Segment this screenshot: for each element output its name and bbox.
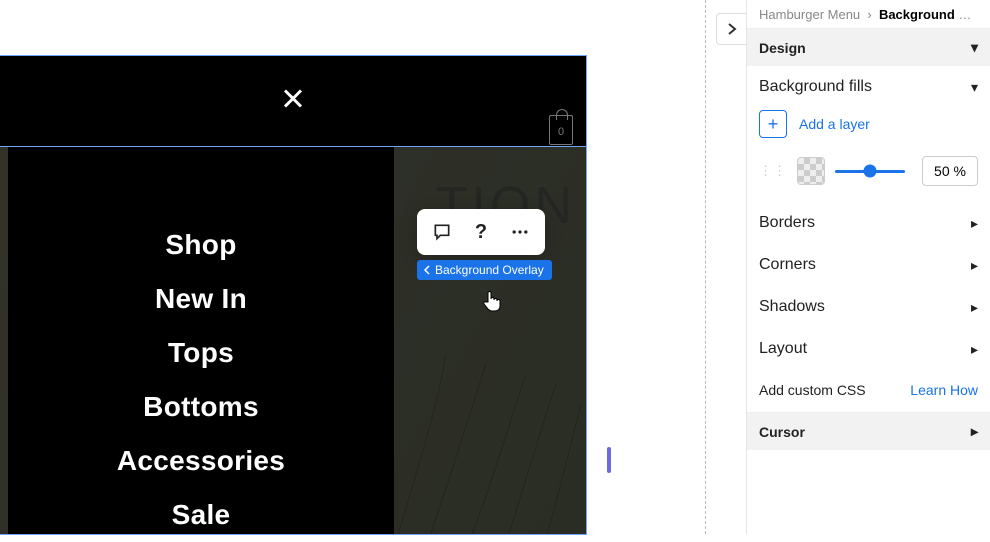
custom-css-label: Add custom CSS (759, 382, 866, 398)
site-header-selected[interactable] (0, 56, 586, 146)
close-icon[interactable] (281, 87, 305, 116)
fill-layer-row: ⋮⋮ (747, 146, 990, 202)
chevron-right-icon: ▸ (971, 423, 978, 440)
menu-item-tops[interactable]: Tops (8, 326, 394, 380)
device-frame-topbar (0, 0, 586, 56)
breadcrumb-parent[interactable]: Hamburger Menu (759, 7, 860, 22)
shadows-row[interactable]: Shadows ▸ (747, 286, 990, 328)
design-section-header[interactable]: Design ▾ (747, 29, 990, 66)
cursor-section-header[interactable]: Cursor ▸ (747, 412, 990, 450)
selection-label-text: Background Overlay (435, 263, 544, 277)
menu-item-shop[interactable]: Shop (8, 218, 394, 272)
background-fills-title: Background fills (759, 78, 872, 96)
borders-label: Borders (759, 214, 815, 232)
chevron-right-icon (726, 23, 738, 35)
custom-css-row: Add custom CSS Learn How (747, 370, 990, 410)
design-section-title: Design (759, 40, 806, 56)
breadcrumb-current: Background Ove… (879, 7, 990, 22)
comment-icon[interactable] (428, 218, 456, 246)
cart-count: 0 (550, 126, 572, 138)
menu-item-bottoms[interactable]: Bottoms (8, 380, 394, 434)
caret-down-icon: ▾ (971, 39, 978, 56)
chevron-right-icon: ▸ (971, 215, 978, 232)
background-fills-header[interactable]: Background fills ▾ (747, 66, 990, 100)
help-icon[interactable]: ? (467, 218, 495, 246)
selection-label-pill[interactable]: Background Overlay (417, 260, 552, 280)
chevron-right-icon: ▸ (971, 257, 978, 274)
learn-how-link[interactable]: Learn How (910, 382, 978, 398)
caret-down-icon: ▾ (971, 79, 978, 96)
menu-item-accessories[interactable]: Accessories (8, 434, 394, 488)
breadcrumb[interactable]: Hamburger Menu › Background Ove… (747, 0, 990, 29)
shadows-label: Shadows (759, 298, 825, 316)
layout-row[interactable]: Layout ▸ (747, 328, 990, 370)
canvas-ruler-edge (705, 0, 706, 534)
plus-icon[interactable]: + (759, 110, 787, 138)
more-icon[interactable] (506, 218, 534, 246)
corners-label: Corners (759, 256, 816, 274)
chevron-right-icon: ▸ (971, 341, 978, 358)
inspector-panel: Hamburger Menu › Background Ove… Design … (746, 0, 990, 534)
opacity-slider[interactable] (835, 170, 912, 173)
cursor-section-title: Cursor (759, 424, 805, 440)
borders-row[interactable]: Borders ▸ (747, 202, 990, 244)
drag-handle-icon[interactable]: ⋮⋮ (759, 163, 787, 179)
cart-icon[interactable]: 0 (549, 115, 573, 145)
fill-swatch[interactable] (797, 157, 825, 185)
opacity-slider-thumb[interactable] (864, 165, 877, 178)
menu-item-new-in[interactable]: New In (8, 272, 394, 326)
hamburger-menu-list: Shop New In Tops Bottoms Accessories Sal… (8, 218, 394, 542)
corners-row[interactable]: Corners ▸ (747, 244, 990, 286)
canvas-scroll-indicator[interactable] (607, 447, 611, 473)
selection-toolbar: ? (417, 209, 545, 255)
chevron-left-icon (423, 265, 433, 275)
layout-label: Layout (759, 340, 807, 358)
add-layer-row[interactable]: + Add a layer (747, 100, 990, 146)
editor-canvas[interactable]: TION 0 Shop New In Tops Bottoms Accessor… (0, 0, 740, 534)
chevron-right-icon: ▸ (971, 299, 978, 316)
panel-collapse-button[interactable] (716, 13, 746, 45)
add-layer-label: Add a layer (799, 116, 870, 132)
